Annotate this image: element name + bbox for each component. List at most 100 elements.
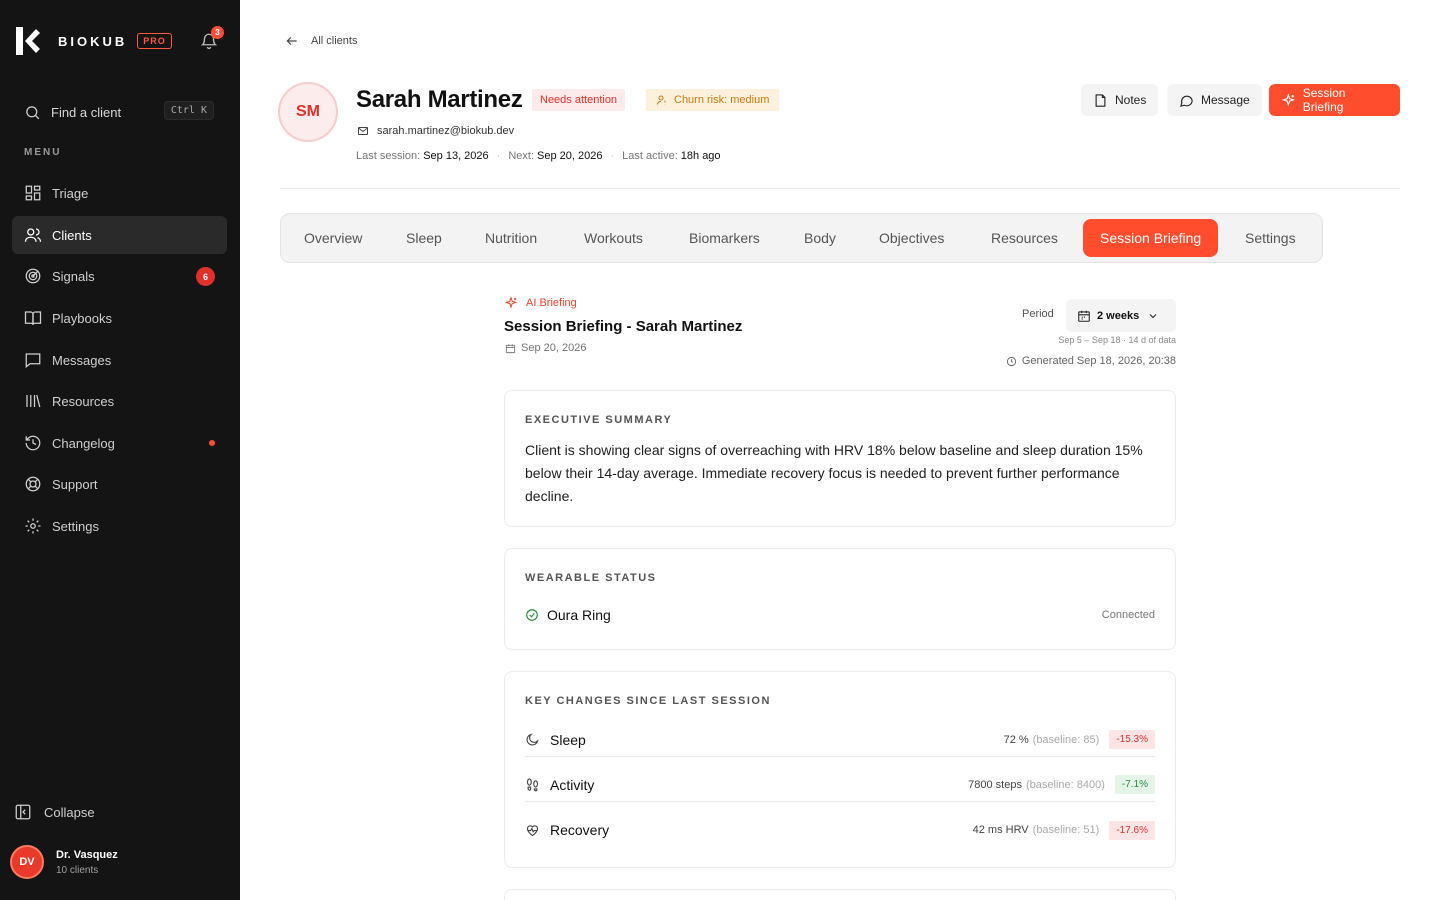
sidebar-item-label: Changelog bbox=[52, 435, 115, 451]
wearable-status-card: WEARABLE STATUS Oura Ring Connected bbox=[504, 548, 1176, 650]
client-email[interactable]: sarah.martinez@biokub.dev bbox=[357, 125, 514, 137]
grid-icon bbox=[25, 185, 41, 201]
sidebar-item-triage[interactable]: Triage bbox=[12, 174, 227, 212]
sidebar-item-support[interactable]: Support bbox=[12, 465, 227, 503]
last-session-value: Sep 13, 2026 bbox=[423, 150, 489, 162]
collapse-label: Collapse bbox=[44, 804, 95, 820]
history-icon bbox=[25, 435, 41, 451]
status-badge: Needs attention bbox=[532, 89, 626, 111]
metric-row-activity: Activity 7800 steps (baseline: 8400) -7.… bbox=[525, 768, 1155, 802]
card-heading: EXECUTIVE SUMMARY bbox=[525, 414, 673, 426]
metric-value: 72 % bbox=[1003, 733, 1029, 746]
sidebar-item-settings[interactable]: Settings bbox=[12, 507, 227, 545]
back-to-clients-link[interactable]: All clients bbox=[285, 34, 357, 48]
find-client-button[interactable]: Find a client Ctrl K bbox=[24, 100, 216, 124]
client-avatar: SM bbox=[278, 82, 338, 142]
tab-objectives[interactable]: Objectives bbox=[879, 219, 944, 257]
next-session-value: Sep 20, 2026 bbox=[537, 150, 603, 162]
metric-value: 7800 steps bbox=[968, 778, 1022, 791]
tab-overview[interactable]: Overview bbox=[304, 219, 362, 257]
sidebar-item-label: Support bbox=[52, 476, 98, 492]
metric-delta: -7.1% bbox=[1114, 775, 1155, 794]
metric-name: Recovery bbox=[550, 822, 610, 838]
tab-nutrition[interactable]: Nutrition bbox=[485, 219, 537, 257]
arrow-left-icon bbox=[286, 37, 297, 45]
sparkles-icon bbox=[1281, 92, 1296, 107]
tab-biomarkers[interactable]: Biomarkers bbox=[689, 219, 760, 257]
sidebar-item-label: Triage bbox=[52, 185, 89, 201]
tab-sleep[interactable]: Sleep bbox=[406, 219, 442, 257]
clock-icon bbox=[1006, 356, 1016, 366]
biokub-logo-icon bbox=[16, 27, 40, 55]
metric-value: 42 ms HRV bbox=[972, 824, 1029, 836]
metric-name: Sleep bbox=[550, 731, 586, 748]
session-briefing-button[interactable]: Session Briefing bbox=[1269, 84, 1400, 116]
sidebar: BIOKUB PRO 3 Find a client Ctrl K MENU T… bbox=[0, 0, 240, 900]
tab-resources[interactable]: Resources bbox=[991, 219, 1058, 257]
client-tabs: Overview Sleep Nutrition Workouts Biomar… bbox=[280, 213, 1323, 263]
next-session-label: Next: bbox=[508, 150, 535, 162]
message-label: Message bbox=[1201, 93, 1250, 107]
sidebar-item-playbooks[interactable]: Playbooks bbox=[12, 299, 227, 337]
message-button[interactable]: Message bbox=[1167, 84, 1262, 116]
metric-delta: -15.3% bbox=[1109, 730, 1155, 749]
menu-heading: MENU bbox=[24, 147, 62, 158]
briefing-date-text: Sep 20, 2026 bbox=[521, 342, 587, 354]
ai-briefing-label: AI Briefing bbox=[504, 296, 577, 310]
tab-body[interactable]: Body bbox=[804, 219, 836, 257]
metric-baseline: (baseline: 85) bbox=[1032, 733, 1100, 746]
user-name: Dr. Vasquez bbox=[56, 848, 118, 861]
chevron-down-icon bbox=[1149, 313, 1157, 318]
sidebar-item-label: Clients bbox=[52, 227, 92, 243]
last-active-value: 18h ago bbox=[680, 150, 721, 162]
card-heading: WEARABLE STATUS bbox=[525, 572, 657, 584]
sidebar-item-changelog[interactable]: Changelog bbox=[12, 424, 227, 462]
footprints-icon bbox=[526, 778, 539, 792]
period-value: 2 weeks bbox=[1097, 309, 1140, 322]
panel-left-icon bbox=[15, 804, 31, 820]
book-open-icon bbox=[24, 311, 42, 325]
find-client-label: Find a client bbox=[51, 104, 122, 120]
executive-summary-card: EXECUTIVE SUMMARY Client is showing clea… bbox=[504, 390, 1176, 527]
period-label: Period bbox=[1022, 308, 1054, 320]
sidebar-item-messages[interactable]: Messages bbox=[12, 341, 227, 379]
next-card bbox=[504, 889, 1176, 900]
collapse-sidebar-button[interactable]: Collapse bbox=[14, 803, 95, 821]
sparkles-icon bbox=[504, 296, 518, 309]
user-profile[interactable]: DV Dr. Vasquez 10 clients bbox=[10, 845, 118, 879]
generated-text: Generated Sep 18, 2026, 20:38 bbox=[1021, 355, 1176, 367]
notes-button[interactable]: Notes bbox=[1081, 84, 1159, 116]
sidebar-item-label: Resources bbox=[52, 393, 115, 409]
users-icon bbox=[24, 228, 42, 242]
gear-icon bbox=[25, 518, 41, 534]
moon-icon bbox=[526, 733, 539, 746]
lifebuoy-icon bbox=[25, 476, 41, 492]
sidebar-item-clients[interactable]: Clients bbox=[12, 216, 227, 254]
user-alert-icon bbox=[657, 95, 666, 105]
tab-session-briefing[interactable]: Session Briefing bbox=[1083, 219, 1219, 257]
message-circle-icon bbox=[1180, 95, 1193, 107]
sidebar-item-label: Playbooks bbox=[52, 310, 112, 326]
key-changes-card: KEY CHANGES SINCE LAST SESSION Sleep 72 … bbox=[504, 671, 1176, 868]
metric-baseline: (baseline: 8400) bbox=[1025, 778, 1105, 791]
plan-badge: PRO bbox=[137, 33, 172, 49]
period-select[interactable]: 2 weeks bbox=[1066, 299, 1176, 332]
mail-icon bbox=[358, 127, 368, 135]
sidebar-item-resources[interactable]: Resources bbox=[12, 382, 227, 420]
wearable-connection-status: Connected bbox=[1101, 609, 1155, 621]
sidebar-item-label: Signals bbox=[52, 268, 95, 284]
avatar: DV bbox=[10, 845, 44, 879]
check-circle-icon bbox=[526, 609, 538, 621]
metric-name: Activity bbox=[550, 776, 595, 793]
brand[interactable]: BIOKUB PRO bbox=[16, 27, 172, 55]
shortcut-hint: Ctrl K bbox=[163, 101, 214, 120]
tab-settings[interactable]: Settings bbox=[1245, 219, 1296, 257]
sidebar-item-signals[interactable]: Signals 6 bbox=[12, 257, 227, 295]
notification-count: 3 bbox=[211, 26, 224, 39]
header-divider bbox=[280, 188, 1400, 189]
last-session-label: Last session: bbox=[356, 150, 421, 162]
tab-workouts[interactable]: Workouts bbox=[584, 219, 643, 257]
wearable-row: Oura Ring Connected bbox=[525, 605, 1155, 625]
briefing-date: Sep 20, 2026 bbox=[505, 342, 586, 354]
message-square-icon bbox=[25, 353, 41, 369]
